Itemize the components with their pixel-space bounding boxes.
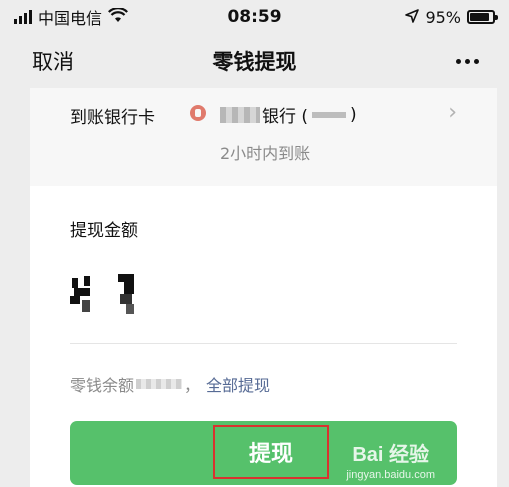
baidu-watermark-url: jingyan.baidu.com (346, 469, 435, 481)
balance-row: 零钱余额 ， 全部提现 (70, 372, 270, 396)
bank-card-label: 到账银行卡 (70, 108, 155, 128)
arrival-time: 2小时内到账 (220, 144, 311, 163)
page-title: 零钱提现 (212, 50, 297, 74)
status-bar: 中国电信 08:59 95% (0, 0, 509, 34)
withdraw-all-link[interactable]: 全部提现 (206, 372, 270, 396)
amount-title: 提现金额 (70, 221, 138, 241)
divider (70, 343, 457, 344)
battery-icon (467, 10, 498, 24)
balance-prefix: 零钱余额 (70, 376, 135, 395)
nav-bar: 取消 零钱提现 (0, 34, 509, 88)
redacted-card-number (312, 111, 347, 118)
bank-name-close: ) (350, 104, 357, 125)
bank-logo-icon (190, 105, 206, 121)
chevron-right-icon: › (448, 100, 457, 125)
clock-time: 08:59 (227, 7, 282, 27)
bank-card-selector[interactable]: 到账银行卡 银行 ( ) › 2小时内到账 (30, 88, 497, 186)
amount-input[interactable] (70, 274, 150, 318)
redacted-balance (136, 379, 183, 389)
cancel-button[interactable]: 取消 (32, 46, 74, 76)
battery-fill (470, 13, 489, 21)
bank-name-suffix: 银行 ( (262, 107, 309, 127)
withdraw-button[interactable]: 提现 Bai 经验 jingyan.baidu.com (70, 421, 457, 485)
withdraw-button-highlight: 提现 (213, 425, 329, 479)
baidu-watermark: Bai 经验 (352, 444, 429, 466)
more-options-icon[interactable] (456, 58, 479, 64)
amount-card: 提现金额 零钱余额 ， 全部提现 提现 Bai 经验 jingyan.baidu… (30, 186, 497, 487)
balance-separator: ， (184, 376, 201, 395)
withdraw-button-label: 提现 (248, 441, 293, 466)
bank-name: 银行 ( ) (220, 102, 357, 127)
redacted-bank-name (220, 106, 260, 123)
